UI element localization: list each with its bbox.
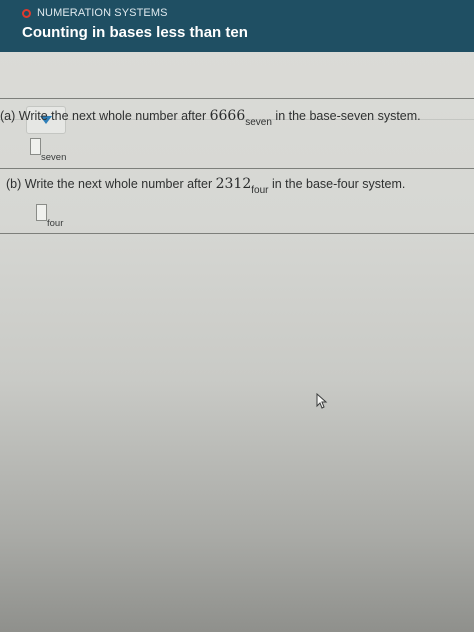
question-a-base: seven — [245, 117, 272, 128]
top-banner: NUMERATION SYSTEMS Counting in bases les… — [0, 0, 474, 52]
question-a: (a) Write the next whole number after 66… — [0, 108, 421, 128]
answer-input-b[interactable] — [36, 204, 47, 221]
question-b-number: 2312 — [215, 176, 252, 192]
page-title: Counting in bases less than ten — [22, 24, 248, 41]
question-b: (b) Write the next whole number after 23… — [6, 176, 406, 196]
answer-b-base-label: four — [47, 218, 64, 229]
question-b-suffix: in the base-four system. — [271, 177, 406, 191]
question-a-number: 6666 — [209, 108, 246, 124]
question-b-prefix: (b) Write the next whole number after — [6, 177, 213, 191]
question-a-prefix: (a) Write the next whole number after — [0, 109, 207, 123]
divider — [0, 98, 474, 99]
topic-row: NUMERATION SYSTEMS — [22, 6, 168, 20]
question-b-base: four — [251, 185, 269, 196]
mouse-pointer-icon — [316, 393, 328, 409]
answer-a-base-label: seven — [41, 152, 67, 163]
circle-status-icon — [22, 8, 31, 18]
divider — [0, 233, 474, 234]
question-a-suffix: in the base-seven system. — [275, 109, 421, 123]
topic-label: NUMERATION SYSTEMS — [37, 7, 168, 19]
divider — [0, 168, 474, 169]
answer-input-a[interactable] — [30, 138, 41, 155]
question-panel: (a) Write the next whole number after 66… — [0, 98, 474, 234]
